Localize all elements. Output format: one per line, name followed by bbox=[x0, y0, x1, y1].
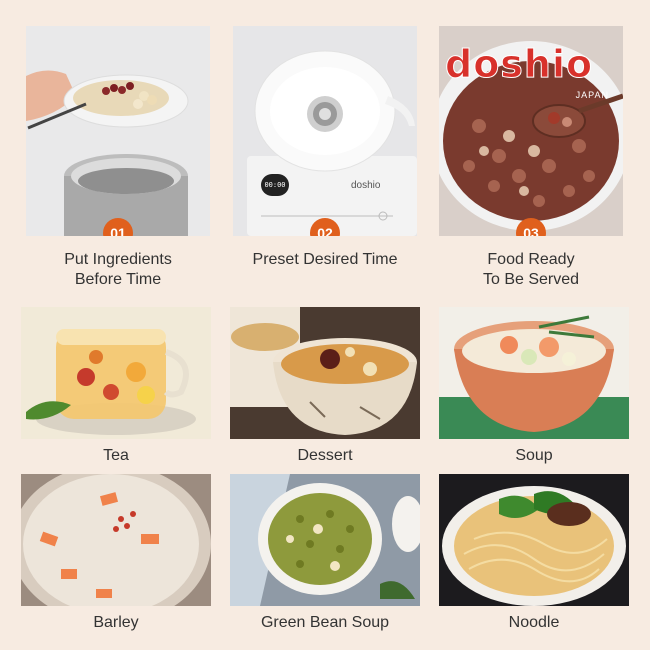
green-bean-soup-label: Green Bean Soup bbox=[260, 614, 390, 631]
dessert-label: Dessert bbox=[297, 447, 353, 464]
barley-photo bbox=[21, 474, 211, 606]
dish-noodle: Noodle bbox=[439, 474, 629, 632]
doshio-logo-sub: JAPAN bbox=[575, 90, 609, 100]
cooker-display-readout: 00:00 bbox=[264, 181, 286, 189]
tea-label: Tea bbox=[103, 447, 129, 464]
step-1-caption-line1: Put Ingredients bbox=[64, 251, 172, 268]
dish-dessert: Dessert bbox=[230, 307, 420, 465]
cooker-brand-label: doshio bbox=[351, 180, 381, 191]
step-3-caption-line1: Food Ready bbox=[487, 251, 575, 268]
dish-green-bean-soup: Green Bean Soup bbox=[230, 474, 420, 632]
noodle-label: Noodle bbox=[508, 614, 560, 631]
step-1-caption-line2: Before Time bbox=[74, 271, 162, 288]
doshio-logo: doshio bbox=[444, 42, 594, 86]
step-2-caption-line1: Preset Desired Time bbox=[252, 251, 398, 268]
dish-tea: Tea bbox=[21, 307, 211, 465]
soup-label: Soup bbox=[515, 447, 553, 464]
step-1-photo-ingredients: 01 bbox=[26, 26, 210, 236]
dish-barley: Barley bbox=[21, 474, 211, 632]
dish-soup: Soup bbox=[439, 307, 629, 465]
noodle-photo bbox=[439, 474, 629, 606]
step-2-caption: Preset Desired Time bbox=[233, 250, 417, 270]
soup-photo bbox=[439, 307, 629, 439]
tea-photo bbox=[21, 307, 211, 439]
step-3-photo-porridge: doshio JAPAN 03 bbox=[439, 26, 623, 236]
step-3-caption: Food Ready To Be Served bbox=[439, 250, 623, 290]
step-2-photo-cooker: 00:00 doshio 02 bbox=[233, 26, 417, 236]
barley-label: Barley bbox=[93, 614, 139, 631]
step-3-caption-line2: To Be Served bbox=[482, 271, 580, 288]
step-1-caption: Put Ingredients Before Time bbox=[26, 250, 210, 290]
step-3: doshio JAPAN 03 Food Ready To Be Served bbox=[439, 26, 623, 290]
green-bean-soup-photo bbox=[230, 474, 420, 606]
step-1: 01 Put Ingredients Before Time bbox=[26, 26, 210, 290]
dessert-photo bbox=[230, 307, 420, 439]
step-2: 00:00 doshio 02 Preset Desired Time bbox=[233, 26, 417, 270]
